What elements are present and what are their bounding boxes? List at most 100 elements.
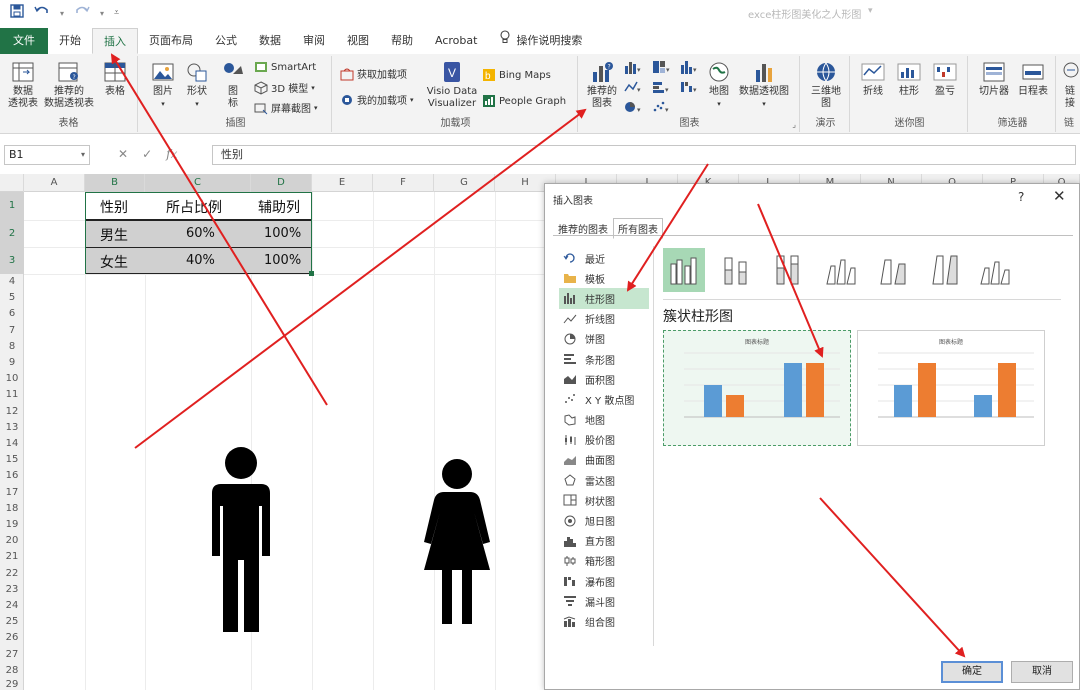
get-addins-button[interactable]: 获取加载项 [340, 66, 407, 81]
pivot-chart-button[interactable]: 数据透视图 ▾ [736, 60, 792, 110]
title-dropdown-icon[interactable]: ▾ [868, 6, 873, 16]
table-cell[interactable]: 男生 [100, 225, 128, 245]
row-header[interactable]: 28 [0, 663, 24, 679]
chart-type-item[interactable]: 模板 [559, 268, 649, 288]
3d-clustered-column-thumb[interactable] [819, 248, 861, 292]
row-header[interactable]: 17 [0, 485, 24, 501]
line-chart-icon[interactable]: ▾ [624, 80, 642, 97]
chart-type-item[interactable]: 瀑布图 [559, 571, 649, 591]
table-cell[interactable]: 60% [186, 226, 215, 241]
chart-type-item[interactable]: 股价图 [559, 430, 649, 450]
row-header[interactable]: 1 [0, 192, 24, 220]
table-cell[interactable]: 女生 [100, 252, 128, 272]
tab-acrobat[interactable]: Acrobat [424, 28, 488, 54]
tab-view[interactable]: 视图 [336, 28, 380, 54]
row-header[interactable]: 6 [0, 306, 24, 322]
tell-me-search[interactable]: 操作说明搜索 [488, 28, 593, 54]
chart-type-item[interactable]: 最近 [559, 248, 649, 268]
fill-handle[interactable] [309, 271, 314, 276]
row-header[interactable]: 14 [0, 436, 24, 452]
shapes-button[interactable]: 形状 ▾ [182, 60, 212, 110]
row-header[interactable]: 7 [0, 323, 24, 339]
tab-review[interactable]: 审阅 [292, 28, 336, 54]
link-button[interactable]: 链 接 [1060, 60, 1080, 110]
chart-type-item[interactable]: X Y 散点图 [559, 389, 649, 409]
table-button[interactable]: 表格 [100, 60, 130, 98]
row-header[interactable]: 18 [0, 501, 24, 517]
chart-type-item[interactable]: 柱形图 [559, 288, 649, 309]
help-icon[interactable]: ? [1018, 190, 1024, 204]
sparkline-winloss-button[interactable]: 盈亏 [930, 60, 960, 98]
row-header[interactable]: 12 [0, 404, 24, 420]
3d-stacked-column-thumb[interactable] [871, 248, 913, 292]
row-header[interactable]: 16 [0, 468, 24, 484]
tab-home[interactable]: 开始 [48, 28, 92, 54]
column-header[interactable]: D [251, 174, 312, 192]
cancel-icon[interactable]: ✕ [118, 147, 128, 161]
screenshot-button[interactable]: 屏幕截图 ▾ [254, 100, 318, 115]
tab-insert[interactable]: 插入 [92, 28, 138, 54]
dialog-launcher-icon[interactable]: ⌟ [792, 120, 796, 129]
pictures-button[interactable]: 图片 ▾ [148, 60, 178, 110]
chart-preview-1[interactable]: 图表标题 [663, 330, 851, 446]
tab-help[interactable]: 帮助 [380, 28, 424, 54]
enter-icon[interactable]: ✓ [142, 147, 152, 161]
chart-preview-2[interactable]: 图表标题 [857, 330, 1045, 446]
recommended-pivot-button[interactable]: ? 推荐的 数据透视表 [42, 60, 96, 110]
row-header[interactable]: 13 [0, 420, 24, 436]
chart-type-item[interactable]: 树状图 [559, 490, 649, 510]
smartart-button[interactable]: SmartArt [254, 60, 316, 74]
row-header[interactable]: 2 [0, 220, 24, 247]
icons-button[interactable]: 图 标 [220, 60, 246, 110]
tab-formulas[interactable]: 公式 [204, 28, 248, 54]
close-icon[interactable]: ✕ [1053, 187, 1066, 205]
undo-icon[interactable] [34, 5, 50, 21]
male-person-icon[interactable] [208, 446, 274, 632]
row-header[interactable]: 26 [0, 630, 24, 646]
bar-chart-icon[interactable]: ▾ [652, 80, 670, 97]
table-header-cell[interactable]: 辅助列 [258, 197, 300, 217]
cancel-button[interactable]: 取消 [1011, 661, 1073, 683]
row-header[interactable]: 11 [0, 387, 24, 403]
table-header-cell[interactable]: 性别 [100, 197, 128, 217]
column-header[interactable]: G [434, 174, 495, 192]
chart-type-item[interactable]: 旭日图 [559, 510, 649, 530]
column-header[interactable]: B [85, 174, 145, 192]
row-header[interactable]: 10 [0, 371, 24, 387]
table-header-cell[interactable]: 所占比例 [166, 197, 222, 217]
recommended-charts-button[interactable]: ? 推荐的 图表 [584, 60, 620, 110]
chart-type-item[interactable]: 饼图 [559, 329, 649, 349]
maps-button[interactable]: 地图 ▾ [706, 60, 732, 110]
column-header[interactable]: A [24, 174, 85, 192]
chart-type-item[interactable]: 曲面图 [559, 450, 649, 470]
chart-type-item[interactable]: 条形图 [559, 349, 649, 369]
pivot-table-button[interactable]: 数据 透视表 [6, 60, 40, 110]
row-header[interactable]: 15 [0, 452, 24, 468]
stacked-column-thumb[interactable] [715, 248, 757, 292]
column-header[interactable]: C [145, 174, 251, 192]
tab-page-layout[interactable]: 页面布局 [138, 28, 204, 54]
tab-file[interactable]: 文件 [0, 28, 48, 54]
row-header[interactable]: 25 [0, 614, 24, 630]
3d-column-thumb[interactable] [975, 248, 1017, 292]
female-person-icon[interactable] [414, 458, 500, 624]
sparkline-column-button[interactable]: 柱形 [894, 60, 924, 98]
select-all-corner[interactable] [0, 174, 24, 192]
bing-maps-button[interactable]: b Bing Maps [482, 68, 551, 82]
column-chart-icon[interactable]: ▾ [624, 60, 642, 77]
my-addins-button[interactable]: 我的加载项 ▾ [340, 92, 414, 107]
row-header[interactable]: 22 [0, 566, 24, 582]
percent-stacked-column-thumb[interactable] [767, 248, 809, 292]
models-3d-button[interactable]: 3D 模型 ▾ [254, 80, 315, 95]
insert-function-icon[interactable]: fx [166, 147, 177, 161]
row-header[interactable]: 9 [0, 355, 24, 371]
statistic-chart-icon[interactable]: ▾ [680, 60, 698, 77]
row-header[interactable]: 27 [0, 647, 24, 663]
row-header[interactable]: 23 [0, 582, 24, 598]
chart-type-item[interactable]: 组合图 [559, 611, 649, 631]
table-cell[interactable]: 40% [186, 253, 215, 268]
chart-type-item[interactable]: 地图 [559, 410, 649, 430]
name-box[interactable]: B1 ▾ [4, 145, 90, 165]
row-header[interactable]: 29 [0, 679, 24, 690]
row-header[interactable]: 8 [0, 339, 24, 355]
